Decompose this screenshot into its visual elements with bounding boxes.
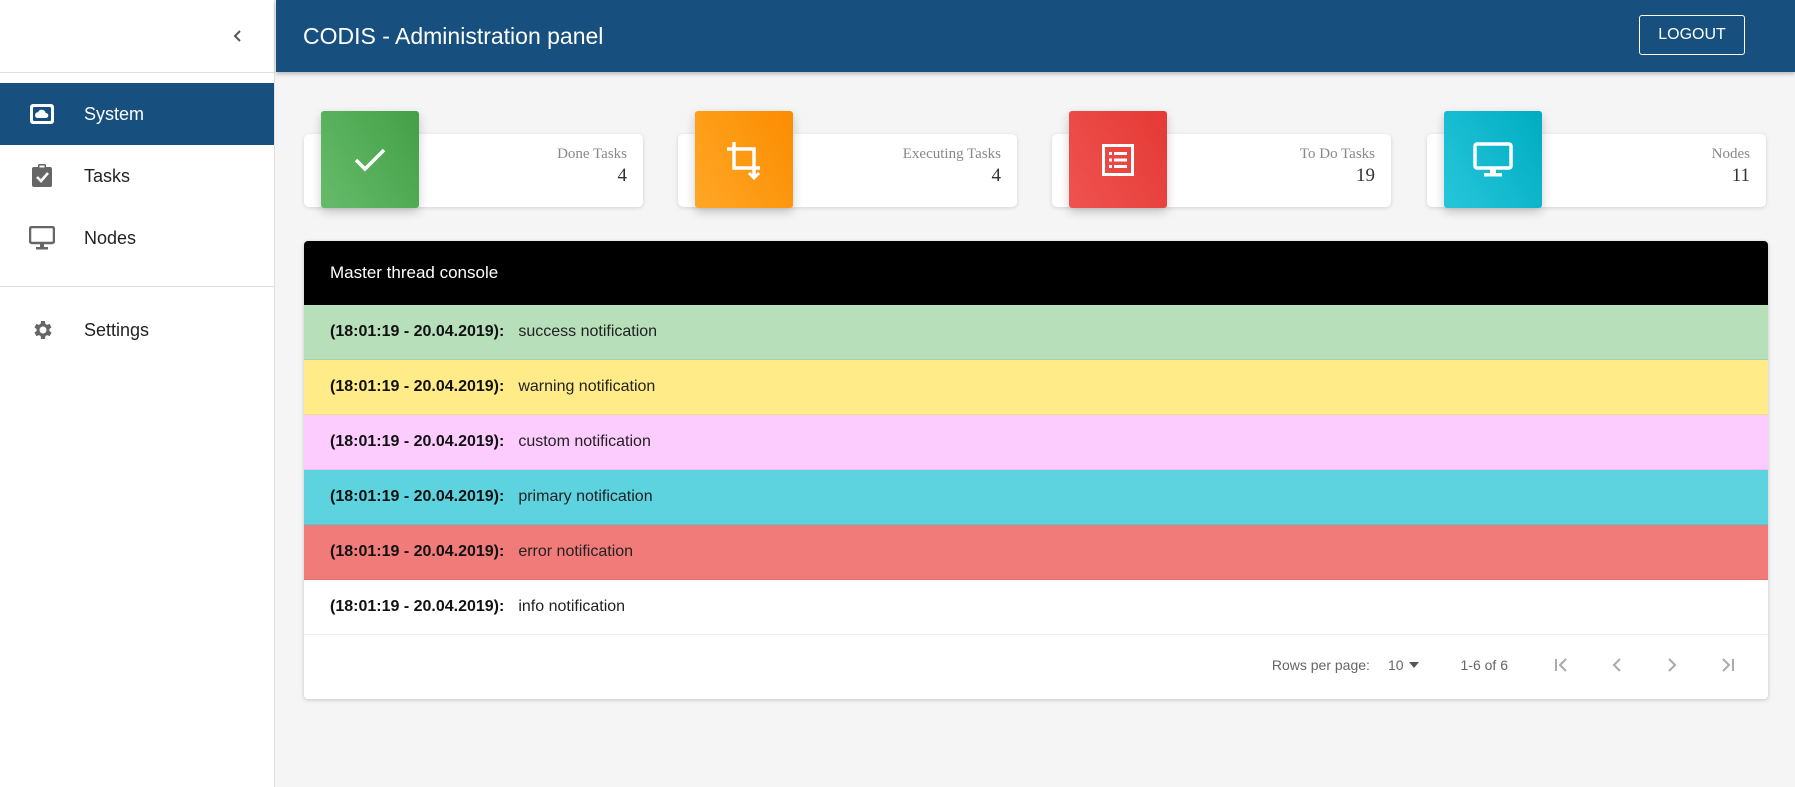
rows-per-page-label: Rows per page: [1271,657,1370,673]
stat-card-nodes: Nodes 11 [1427,111,1766,208]
check-icon [321,111,419,208]
sidebar-divider [0,286,274,287]
page-title: CODIS - Administration panel [303,22,604,49]
sidebar-item-nodes[interactable]: Nodes [0,207,274,269]
previous-page-button[interactable] [1589,645,1644,685]
clipboard-check-icon [0,164,84,188]
log-timestamp: (18:01:19 - 20.04.2019): [330,598,505,615]
stat-label: Done Tasks [557,146,627,162]
first-page-icon [1554,658,1567,672]
log-message: warning notification [518,378,656,395]
log-timestamp: (18:01:19 - 20.04.2019): [330,433,505,450]
log-message: primary notification [518,488,653,505]
rows-per-page-value: 10 [1387,657,1404,673]
chevron-left-icon [1612,658,1621,672]
app-header: CODIS - Administration panel LOGOUT [276,0,1795,72]
pagination-range: 1-6 of 6 [1460,657,1508,673]
log-message: custom notification [518,433,651,450]
master-thread-console: Master thread console (18:01:19 - 20.04.… [304,241,1768,699]
log-row: (18:01:19 - 20.04.2019): error notificat… [304,525,1768,580]
sidebar-item-label: Tasks [84,165,131,186]
sidebar-nav-secondary: Settings [0,299,274,361]
collapse-sidebar-button[interactable] [224,22,252,50]
log-row: (18:01:19 - 20.04.2019): custom notifica… [304,415,1768,470]
sidebar-item-label: System [84,103,145,124]
sidebar-item-system[interactable]: System [0,83,274,145]
sidebar-item-label: Settings [84,319,150,340]
stat-value: 11 [1731,165,1750,186]
sidebar-item-tasks[interactable]: Tasks [0,145,274,207]
stat-card-todo-tasks: To Do Tasks 19 [1052,111,1391,208]
crop-icon [695,111,793,208]
stat-label: Executing Tasks [902,146,1001,162]
monitor-icon [1444,111,1542,208]
caret-down-icon [1408,662,1419,668]
cloud-box-icon [0,103,84,125]
sidebar-item-label: Nodes [84,227,137,248]
sidebar: System Tasks Nodes Settings [0,0,275,787]
stat-card-executing-tasks: Executing Tasks 4 [678,111,1017,208]
stat-value: 4 [617,165,628,186]
list-icon [1069,111,1167,208]
next-page-button[interactable] [1644,645,1699,685]
first-page-button[interactable] [1534,645,1589,685]
last-page-icon [1721,658,1734,672]
last-page-button[interactable] [1699,645,1754,685]
stat-label: Nodes [1711,146,1750,162]
monitor-icon [0,226,84,250]
rows-per-page-select[interactable]: 10 [1388,657,1421,673]
chevron-right-icon [1667,658,1676,672]
pagination: Rows per page: 10 1-6 of 6 [304,635,1768,695]
log-message: success notification [518,323,658,340]
stat-label: To Do Tasks [1299,146,1375,162]
chevron-left-icon [233,30,241,42]
stat-value: 19 [1356,165,1375,186]
sidebar-header [0,0,274,73]
logout-button[interactable]: LOGOUT [1639,15,1745,55]
log-row: (18:01:19 - 20.04.2019): warning notific… [304,360,1768,415]
log-message: error notification [518,543,634,560]
log-row: (18:01:19 - 20.04.2019): primary notific… [304,470,1768,525]
log-row: (18:01:19 - 20.04.2019): info notificati… [304,580,1768,635]
log-timestamp: (18:01:19 - 20.04.2019): [330,323,505,340]
console-title: Master thread console [304,241,1768,305]
log-message: info notification [518,598,626,615]
log-timestamp: (18:01:19 - 20.04.2019): [330,488,505,505]
stat-card-done-tasks: Done Tasks 4 [304,111,643,208]
sidebar-nav: System Tasks Nodes [0,73,274,269]
stat-value: 4 [991,165,1002,186]
sidebar-item-settings[interactable]: Settings [0,299,274,361]
log-row: (18:01:19 - 20.04.2019): success notific… [304,305,1768,360]
log-timestamp: (18:01:19 - 20.04.2019): [330,378,505,395]
log-timestamp: (18:01:19 - 20.04.2019): [330,543,505,560]
gear-icon [0,318,84,342]
